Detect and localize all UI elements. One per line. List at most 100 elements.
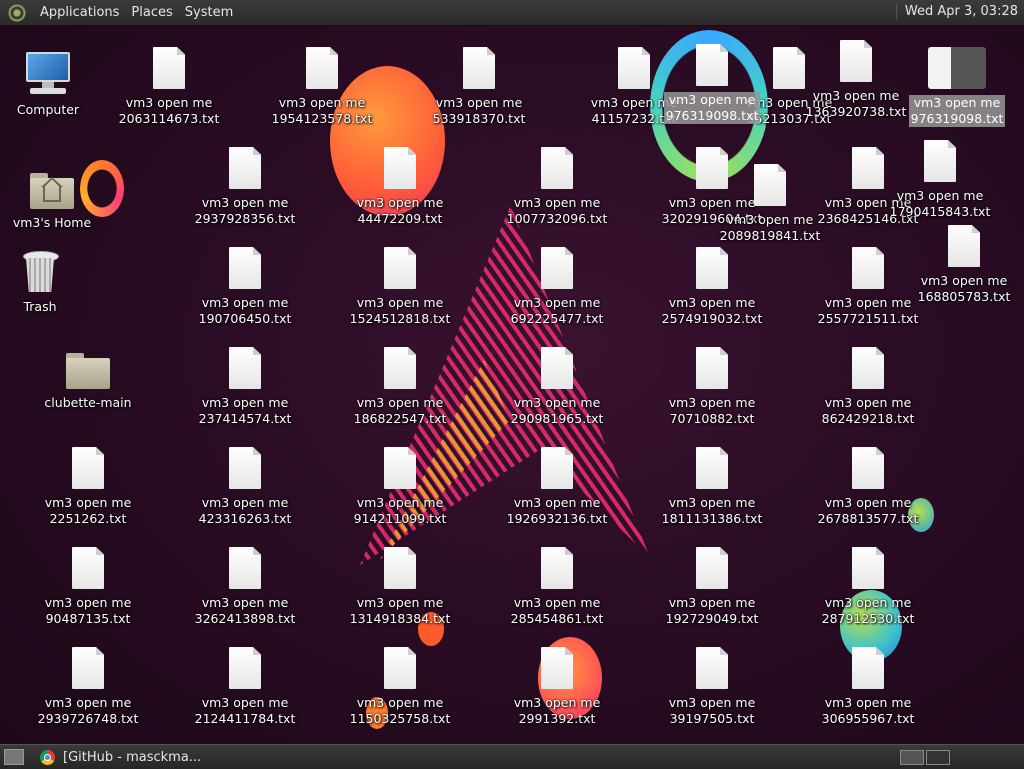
- file-icon-item[interactable]: vm3 open me 290981965.txt: [497, 343, 617, 427]
- computer-icon: [24, 52, 72, 96]
- file-icon-item[interactable]: vm3 open me 2063114673.txt: [109, 43, 229, 127]
- file-icon-item[interactable]: vm3 open me 1524512818.txt: [340, 243, 460, 327]
- icon-label: Computer: [16, 102, 80, 117]
- file-label: vm3 open me 39197505.txt: [668, 695, 756, 726]
- file-icon-item[interactable]: vm3 open me 2937928356.txt: [185, 143, 305, 227]
- trash-desktop-icon[interactable]: Trash: [0, 247, 100, 315]
- text-file-icon: [384, 347, 416, 389]
- text-file-icon: [618, 47, 650, 89]
- file-icon-item[interactable]: vm3 open me 285454861.txt: [497, 543, 617, 627]
- text-file-icon: [696, 447, 728, 489]
- file-label: vm3 open me 2939726748.txt: [37, 695, 139, 726]
- file-icon-item[interactable]: vm3 open me 2678813577.txt: [808, 443, 928, 527]
- text-file-icon: [924, 140, 956, 182]
- file-icon-item[interactable]: vm3 open me 39197505.txt: [652, 643, 772, 727]
- folder-desktop-icon[interactable]: clubette-main: [28, 343, 148, 411]
- text-file-icon: [541, 247, 573, 289]
- file-icon-item[interactable]: vm3 open me 1150325758.txt: [340, 643, 460, 727]
- applications-menu[interactable]: Applications: [34, 5, 125, 20]
- file-icon-item[interactable]: vm3 open me 2939726748.txt: [28, 643, 148, 727]
- file-label: vm3 open me 3262413898.txt: [194, 595, 296, 626]
- text-file-icon: [928, 47, 986, 89]
- file-icon-item[interactable]: vm3 open me 423316263.txt: [185, 443, 305, 527]
- workspace-1-button[interactable]: [900, 750, 924, 765]
- text-file-icon: [696, 647, 728, 689]
- file-icon-item-selected[interactable]: vm3 open me 976319098.txt: [652, 40, 772, 124]
- file-icon-item[interactable]: vm3 open me 190706450.txt: [185, 243, 305, 327]
- file-label: vm3 open me 976319098.txt: [663, 92, 761, 124]
- file-icon-item[interactable]: vm3 open me 2124411784.txt: [185, 643, 305, 727]
- top-panel: Applications Places System Wed Apr 3, 03…: [0, 0, 1024, 26]
- file-icon-item[interactable]: vm3 open me 192729049.txt: [652, 543, 772, 627]
- icon-label: Trash: [23, 299, 57, 314]
- file-icon-item[interactable]: vm3 open me 186822547.txt: [340, 343, 460, 427]
- text-file-icon: [229, 247, 261, 289]
- file-icon-item[interactable]: vm3 open me 44472209.txt: [340, 143, 460, 227]
- home-desktop-icon[interactable]: vm3's Home: [0, 163, 112, 231]
- icon-label: clubette-main: [44, 395, 132, 410]
- file-icon-item[interactable]: vm3 open me 1926932136.txt: [497, 443, 617, 527]
- text-file-icon: [541, 147, 573, 189]
- file-label: vm3 open me 1790415843.txt: [889, 188, 991, 219]
- file-icon-item[interactable]: vm3 open me 2991392.txt: [497, 643, 617, 727]
- file-label: vm3 open me 2063114673.txt: [118, 95, 220, 126]
- text-file-icon: [72, 547, 104, 589]
- taskbar-window-button[interactable]: [GitHub - masckma...: [34, 746, 207, 768]
- show-desktop-icon[interactable]: [4, 749, 24, 765]
- text-file-icon: [852, 447, 884, 489]
- text-file-icon: [153, 47, 185, 89]
- file-icon-item[interactable]: vm3 open me 533918370.txt: [419, 43, 539, 127]
- text-file-icon: [541, 447, 573, 489]
- taskbar-window-title: [GitHub - masckma...: [63, 749, 202, 765]
- file-label: vm3 open me 914211099.txt: [353, 495, 447, 526]
- file-icon-item[interactable]: vm3 open me 306955967.txt: [808, 643, 928, 727]
- text-file-icon: [696, 547, 728, 589]
- text-file-icon: [384, 247, 416, 289]
- file-label: vm3 open me 423316263.txt: [198, 495, 292, 526]
- file-icon-item[interactable]: vm3 open me 1811131386.txt: [652, 443, 772, 527]
- file-label: vm3 open me 186822547.txt: [353, 395, 447, 426]
- file-icon-item[interactable]: vm3 open me 2574919032.txt: [652, 243, 772, 327]
- file-label: vm3 open me 306955967.txt: [821, 695, 915, 726]
- file-icon-item[interactable]: vm3 open me 1007732096.txt: [497, 143, 617, 227]
- clock[interactable]: Wed Apr 3, 03:28: [895, 4, 1018, 19]
- file-label: vm3 open me 285454861.txt: [510, 595, 604, 626]
- file-icon-item[interactable]: vm3 open me 2251262.txt: [28, 443, 148, 527]
- file-label: vm3 open me 2678813577.txt: [817, 495, 919, 526]
- file-label: vm3 open me 1314918384.txt: [349, 595, 451, 626]
- file-icon-item[interactable]: vm3 open me 692225477.txt: [497, 243, 617, 327]
- text-file-icon: [840, 40, 872, 82]
- file-icon-item[interactable]: vm3 open me 287912530.txt: [808, 543, 928, 627]
- file-icon-item[interactable]: vm3 open me 90487135.txt: [28, 543, 148, 627]
- workspace-2-button[interactable]: [926, 750, 950, 765]
- text-file-icon: [754, 164, 786, 206]
- file-label: vm3 open me 237414574.txt: [198, 395, 292, 426]
- system-menu[interactable]: System: [179, 5, 239, 20]
- file-icon-item[interactable]: vm3 open me 1790415843.txt: [880, 136, 1000, 220]
- file-icon-item[interactable]: vm3 open me 862429218.txt: [808, 343, 928, 427]
- text-file-icon: [852, 547, 884, 589]
- file-icon-item[interactable]: vm3 open me 1314918384.txt: [340, 543, 460, 627]
- file-label: vm3 open me 2937928356.txt: [194, 195, 296, 226]
- text-file-icon: [306, 47, 338, 89]
- file-icon-item[interactable]: vm3 open me 914211099.txt: [340, 443, 460, 527]
- places-menu[interactable]: Places: [125, 5, 178, 20]
- text-file-icon: [229, 147, 261, 189]
- text-file-icon: [72, 647, 104, 689]
- computer-desktop-icon[interactable]: Computer: [0, 50, 108, 118]
- file-label: vm3 open me 533918370.txt: [432, 95, 526, 126]
- text-file-icon: [696, 44, 728, 86]
- file-label: vm3 open me 70710882.txt: [668, 395, 756, 426]
- file-icon-item-selected[interactable]: vm3 open me 976319098.txt: [897, 43, 1017, 127]
- file-label: vm3 open me 2574919032.txt: [661, 295, 763, 326]
- file-label: vm3 open me 1926932136.txt: [506, 495, 608, 526]
- file-icon-item[interactable]: vm3 open me 237414574.txt: [185, 343, 305, 427]
- file-icon-item[interactable]: vm3 open me 3262413898.txt: [185, 543, 305, 627]
- file-icon-item[interactable]: vm3 open me 70710882.txt: [652, 343, 772, 427]
- menu-logo-icon[interactable]: [8, 3, 26, 22]
- text-file-icon: [696, 247, 728, 289]
- file-icon-item[interactable]: vm3 open me 1954123578.txt: [262, 43, 382, 127]
- text-file-icon: [541, 347, 573, 389]
- text-file-icon: [696, 347, 728, 389]
- file-icon-item[interactable]: vm3 open me 168805783.txt: [904, 221, 1024, 305]
